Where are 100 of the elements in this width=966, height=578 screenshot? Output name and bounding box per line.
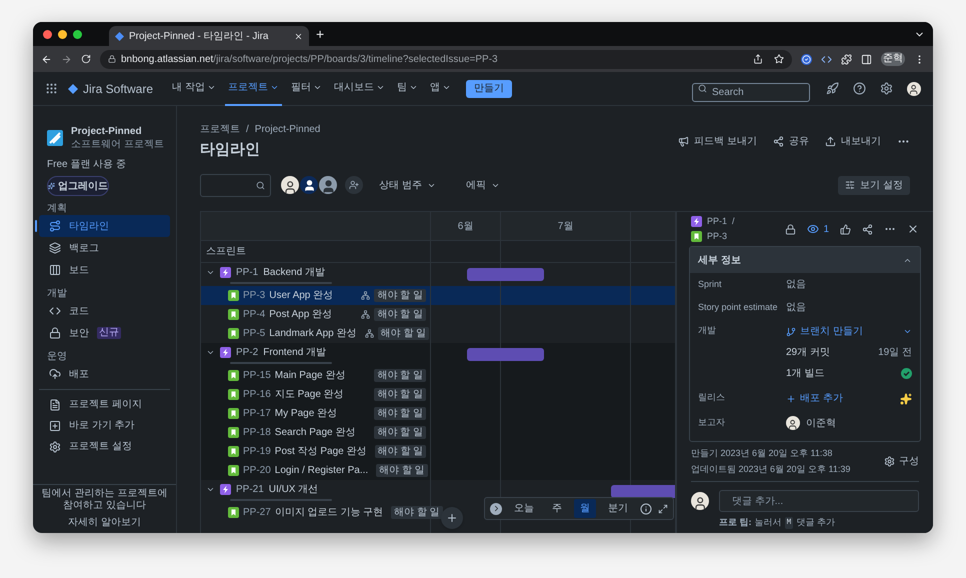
back-icon[interactable] xyxy=(41,54,52,64)
add-release-button[interactable]: 배포 추가 xyxy=(786,391,843,406)
person-icon xyxy=(908,84,920,96)
browser-tab[interactable]: Project-Pinned - 타임라인 - Jira xyxy=(109,26,309,46)
side-panel-icon[interactable] xyxy=(861,54,872,64)
commits-time: 19일 전 xyxy=(878,346,912,360)
nav-menu[interactable]: 팀 xyxy=(394,72,421,106)
close-icon[interactable] xyxy=(294,32,303,40)
sidebar-item-label: 보안 xyxy=(69,326,89,340)
profile-avatar[interactable]: 준혁 xyxy=(881,52,905,66)
issue-key: PP-20 xyxy=(243,463,271,478)
star-icon[interactable] xyxy=(774,54,784,64)
scale-tab[interactable]: 월 xyxy=(574,499,596,518)
sidebar-item[interactable]: 백로그 xyxy=(39,237,170,259)
scale-tab[interactable]: 분기 xyxy=(602,499,634,518)
upload-icon xyxy=(825,136,836,147)
timeline-row[interactable]: PP-17 My Page 완성 해야 할 일 xyxy=(201,404,675,423)
rocket-icon[interactable] xyxy=(826,82,839,95)
expand-chevron-icon[interactable] xyxy=(206,268,215,277)
chevron-right-button[interactable] xyxy=(490,502,502,514)
reload-icon[interactable] xyxy=(81,54,91,64)
nav-menu[interactable]: 내 작업 xyxy=(169,72,219,106)
timeline-row[interactable]: PP-4 Post App 완성 해야 할 일 xyxy=(201,305,675,324)
header-action[interactable]: 내보내기 xyxy=(825,134,881,149)
field-label: 개발 xyxy=(698,324,717,337)
sidebar-link[interactable]: 프로젝트 설정 xyxy=(39,436,170,457)
person-icon xyxy=(692,496,708,510)
add-member-button[interactable] xyxy=(345,176,363,194)
updated-date: 업데이트됨 2023년 6월 20일 오후 11:39 xyxy=(691,462,852,476)
upgrade-button[interactable]: 업그레이드 xyxy=(47,176,109,196)
configure-button[interactable]: 구성 xyxy=(884,454,919,469)
nav-menu[interactable]: 대시보드 xyxy=(330,72,388,106)
filter-dropdown[interactable]: 상태 범주 xyxy=(379,178,436,192)
parent-issue-link[interactable]: PP-1 xyxy=(707,214,728,228)
share-icon[interactable] xyxy=(862,224,873,234)
field-value: 없음 xyxy=(786,278,807,291)
issue-key: PP-15 xyxy=(243,368,271,383)
app-switcher-icon[interactable] xyxy=(45,82,58,95)
new-tab-button[interactable]: + xyxy=(312,27,328,41)
nav-menu[interactable]: 필터 xyxy=(288,72,325,106)
extension-code-icon[interactable] xyxy=(821,54,832,64)
view-settings-button[interactable]: 보기 설정 xyxy=(838,176,910,194)
scale-tab[interactable]: 주 xyxy=(546,499,568,518)
expand-icon[interactable] xyxy=(658,504,668,514)
filter-dropdown[interactable]: 에픽 xyxy=(466,178,500,192)
timeline-row[interactable]: PP-16 지도 Page 완성 해야 할 일 xyxy=(201,385,675,404)
issue-key: PP-3 xyxy=(243,288,266,303)
sidebar-link-label: 바로 가기 추가 xyxy=(69,419,135,433)
person-icon xyxy=(320,179,336,194)
status-label: 해야 할 일 xyxy=(374,289,426,302)
sparkles-icon[interactable] xyxy=(900,392,912,404)
add-button[interactable] xyxy=(441,507,463,529)
status-label: 해야 할 일 xyxy=(374,388,426,401)
sidebar-link[interactable]: 바로 가기 추가 xyxy=(39,415,170,436)
member-avatar[interactable] xyxy=(319,176,337,194)
learn-more-link[interactable]: 자세히 알아보기 xyxy=(68,515,141,530)
share-icon[interactable] xyxy=(753,54,763,64)
today-button[interactable]: 오늘 xyxy=(508,501,540,516)
settings-icon[interactable] xyxy=(880,82,893,95)
sidebar-item[interactable]: 배포 xyxy=(39,363,170,385)
product-name: Jira Software xyxy=(83,80,154,98)
shortcut-key: M xyxy=(784,516,794,529)
member-avatar[interactable] xyxy=(300,176,318,194)
code-icon xyxy=(49,305,61,317)
sidebar-item[interactable]: 보안 신규 xyxy=(39,322,170,344)
expand-chevron-icon[interactable] xyxy=(206,485,215,494)
timeline-row[interactable]: PP-19 Post 작성 Page 완성 해야 할 일 xyxy=(201,442,675,461)
sidebar-item[interactable]: 보드 xyxy=(39,259,170,281)
info-icon[interactable] xyxy=(640,502,652,514)
breadcrumb-link[interactable]: Project-Pinned xyxy=(254,122,320,137)
issue-link[interactable]: PP-3 xyxy=(707,230,728,244)
thumbs-up-icon[interactable] xyxy=(840,224,851,234)
timeline-row[interactable]: PP-18 Search Page 완성 해야 할 일 xyxy=(201,423,675,442)
nav-menu[interactable]: 앱 xyxy=(426,72,454,106)
lock-icon[interactable] xyxy=(785,224,796,234)
timeline-row[interactable]: PP-15 Main Page 완성 해야 할 일 xyxy=(201,366,675,385)
sidebar-item[interactable]: 코드 xyxy=(39,300,170,322)
close-icon[interactable] xyxy=(907,223,919,235)
epic-title: Frontend 개발 xyxy=(263,346,326,360)
header-action[interactable]: 공유 xyxy=(773,134,809,149)
details-title: 세부 정보 xyxy=(698,254,742,268)
sidebar-link[interactable]: 프로젝트 페이지 xyxy=(39,394,170,415)
help-icon[interactable] xyxy=(853,82,866,95)
create-button[interactable]: 만들기 xyxy=(466,80,512,98)
timeline-search-field[interactable] xyxy=(200,174,271,196)
breadcrumb-link[interactable]: 프로젝트 xyxy=(200,122,240,137)
comment-field[interactable]: 댓글 추가... xyxy=(719,490,919,512)
create-branch-button[interactable]: 브랜치 만들기 xyxy=(786,324,863,339)
chevron-down-icon[interactable] xyxy=(903,327,912,336)
expand-chevron-icon[interactable] xyxy=(206,348,215,357)
watch-button[interactable]: 1 xyxy=(807,222,829,236)
timeline-row[interactable]: PP-3 User App 완성 해야 할 일 xyxy=(201,286,675,305)
status-label: 해야 할 일 xyxy=(376,464,428,477)
extensions-icon[interactable] xyxy=(841,54,852,64)
forward-icon[interactable] xyxy=(61,54,72,64)
extension-check-icon[interactable] xyxy=(801,54,812,64)
header-action[interactable]: 피드백 보내기 xyxy=(678,134,757,149)
nav-menu[interactable]: 프로젝트 xyxy=(224,72,282,106)
address-field[interactable]: bnbong.atlassian.net/jira/software/projects/PP/boards/3/timeline?selectedIssue=PP-3 xyxy=(100,50,792,68)
search-field[interactable]: Search xyxy=(692,83,810,102)
